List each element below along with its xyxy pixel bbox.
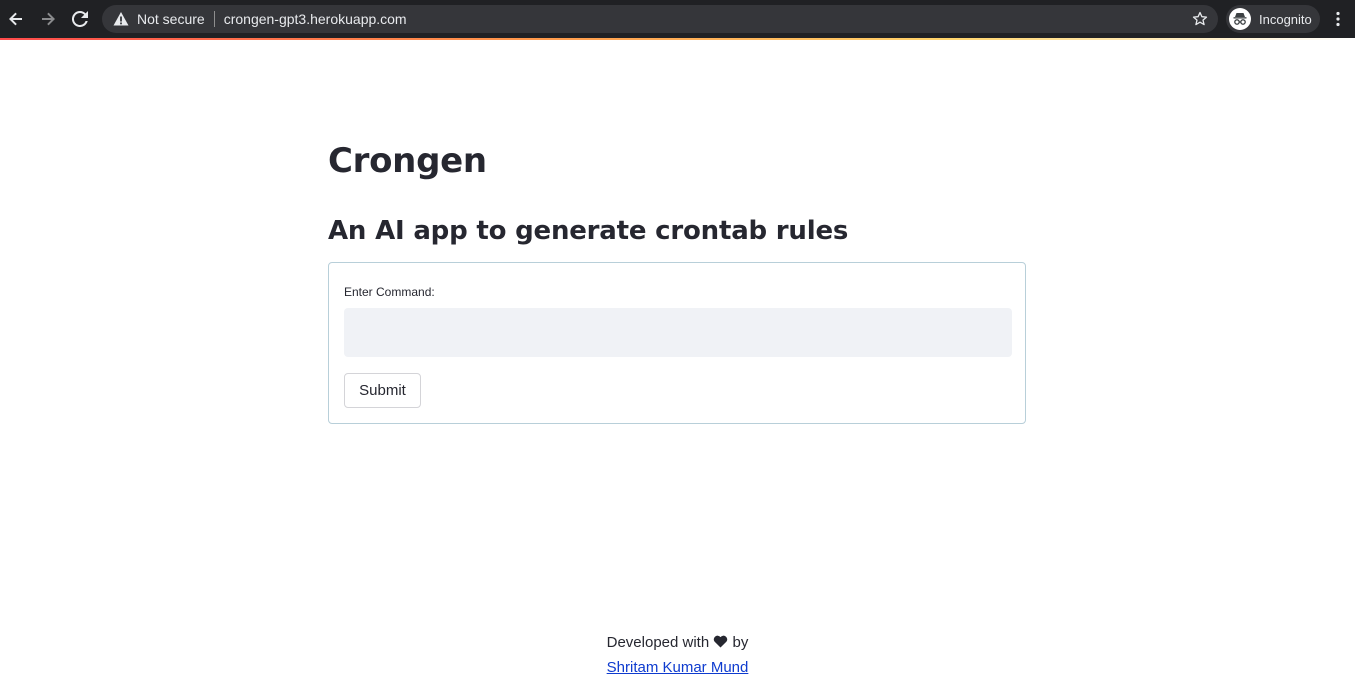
command-input[interactable]	[344, 308, 1012, 357]
back-button[interactable]	[0, 3, 32, 35]
footer-suffix: by	[732, 634, 749, 651]
address-bar[interactable]: Not secure crongen-gpt3.herokuapp.com	[102, 5, 1218, 33]
forward-icon	[42, 12, 55, 26]
footer: Developed with by Shritam Kumar Mund	[0, 630, 1355, 680]
url-text[interactable]: crongen-gpt3.herokuapp.com	[224, 11, 407, 27]
back-icon	[9, 12, 22, 26]
address-separator	[213, 11, 215, 27]
submit-button[interactable]: Submit	[344, 373, 421, 408]
page-title: Crongen	[328, 141, 487, 181]
incognito-label: Incognito	[1259, 11, 1312, 27]
reload-button[interactable]	[64, 3, 96, 35]
star-icon[interactable]	[1192, 11, 1208, 27]
footer-prefix: Developed with	[606, 634, 710, 651]
reload-icon	[72, 11, 88, 27]
command-label: Enter Command:	[344, 285, 435, 299]
page-subtitle: An AI app to generate crontab rules	[328, 216, 849, 246]
app-page: Crongen An AI app to generate crontab ru…	[0, 40, 1355, 685]
command-form: Enter Command: Submit	[328, 262, 1026, 424]
security-status[interactable]: Not secure	[137, 11, 205, 27]
incognito-icon	[1229, 8, 1251, 30]
browser-toolbar: Not secure crongen-gpt3.herokuapp.com In…	[0, 0, 1355, 38]
author-link[interactable]: Shritam Kumar Mund	[607, 659, 749, 676]
incognito-profile-button[interactable]: Incognito	[1226, 5, 1320, 33]
menu-icon[interactable]	[1330, 11, 1346, 27]
heart-icon	[714, 635, 728, 648]
forward-button[interactable]	[32, 3, 64, 35]
warning-icon	[113, 11, 129, 27]
footer-credit-line: Developed with by	[0, 630, 1355, 655]
